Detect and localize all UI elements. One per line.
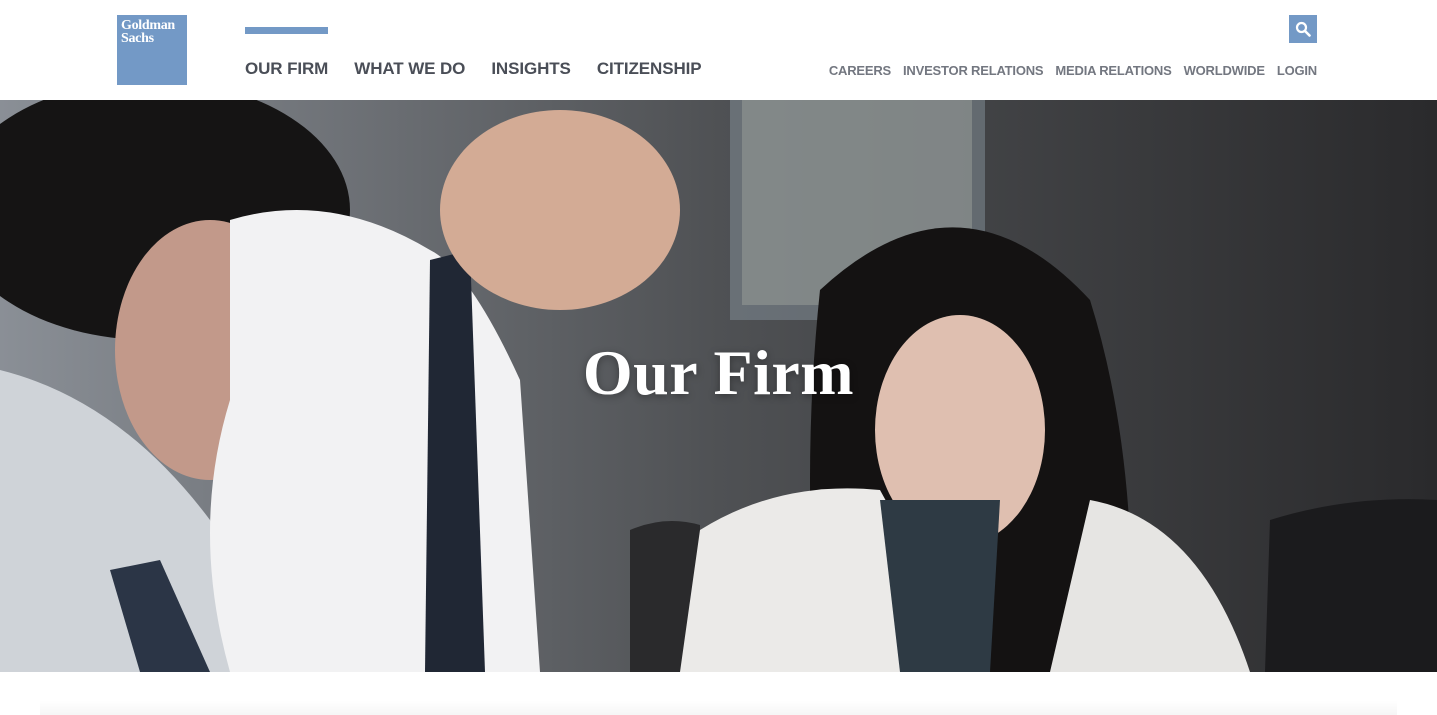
search-icon [1295,21,1311,37]
utility-link-login[interactable]: LOGIN [1277,63,1317,78]
primary-navigation: OUR FIRM WHAT WE DO INSIGHTS CITIZENSHIP [245,27,728,79]
nav-item-citizenship[interactable]: CITIZENSHIP [597,27,702,79]
search-button[interactable] [1289,15,1317,43]
utility-link-careers[interactable]: CAREERS [829,63,891,78]
hero-title: Our Firm [582,337,855,408]
chair-right [1265,499,1437,672]
site-header: Goldman Sachs OUR FIRM WHAT WE DO INSIGH… [0,0,1437,100]
hero-banner: Our Firm [0,100,1437,672]
nav-item-our-firm[interactable]: OUR FIRM [245,27,329,79]
utility-link-media-relations[interactable]: MEDIA RELATIONS [1055,63,1171,78]
person-right-blouse [880,500,1000,672]
nav-item-insights[interactable]: INSIGHTS [491,27,571,79]
person-middle-face [440,110,680,310]
utility-link-worldwide[interactable]: WORLDWIDE [1184,63,1265,78]
goldman-sachs-logo[interactable]: Goldman Sachs [117,15,187,85]
utility-link-investor-relations[interactable]: INVESTOR RELATIONS [903,63,1044,78]
content-card-shadow [40,700,1397,715]
logo-text-line-2: Sachs [121,31,154,46]
utility-navigation: CAREERS INVESTOR RELATIONS MEDIA RELATIO… [817,63,1317,78]
nav-item-what-we-do[interactable]: WHAT WE DO [354,27,465,79]
